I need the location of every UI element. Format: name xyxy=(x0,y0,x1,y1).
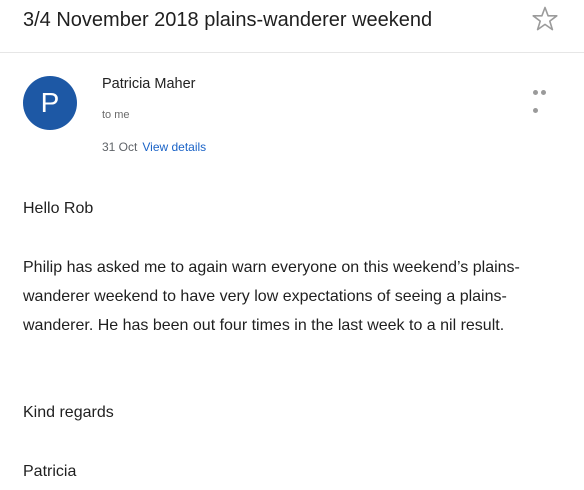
email-meta: 31 Oct View details xyxy=(102,140,206,155)
email-greeting: Hello Rob xyxy=(23,200,94,217)
email-signature: Patricia xyxy=(23,463,77,480)
recipient-label: to me xyxy=(102,109,130,121)
email-closing: Kind regards xyxy=(23,404,114,421)
email-header: 3/4 November 2018 plains-wanderer weeken… xyxy=(0,0,584,53)
email-body-paragraph: Philip has asked me to again warn everyo… xyxy=(23,259,520,334)
more-dot xyxy=(540,90,546,95)
email-subject: 3/4 November 2018 plains-wanderer weeken… xyxy=(23,9,433,31)
view-details-link[interactable]: View details xyxy=(142,140,206,154)
star-icon[interactable] xyxy=(531,5,559,33)
more-dot xyxy=(533,108,538,113)
sender-name[interactable]: Patricia Maher xyxy=(102,75,195,93)
more-dot xyxy=(533,90,538,95)
email-view: 3/4 November 2018 plains-wanderer weeken… xyxy=(0,0,584,490)
sender-avatar[interactable]: P xyxy=(23,76,77,130)
more-options-icon[interactable] xyxy=(533,90,555,113)
email-date: 31 Oct xyxy=(102,140,138,154)
